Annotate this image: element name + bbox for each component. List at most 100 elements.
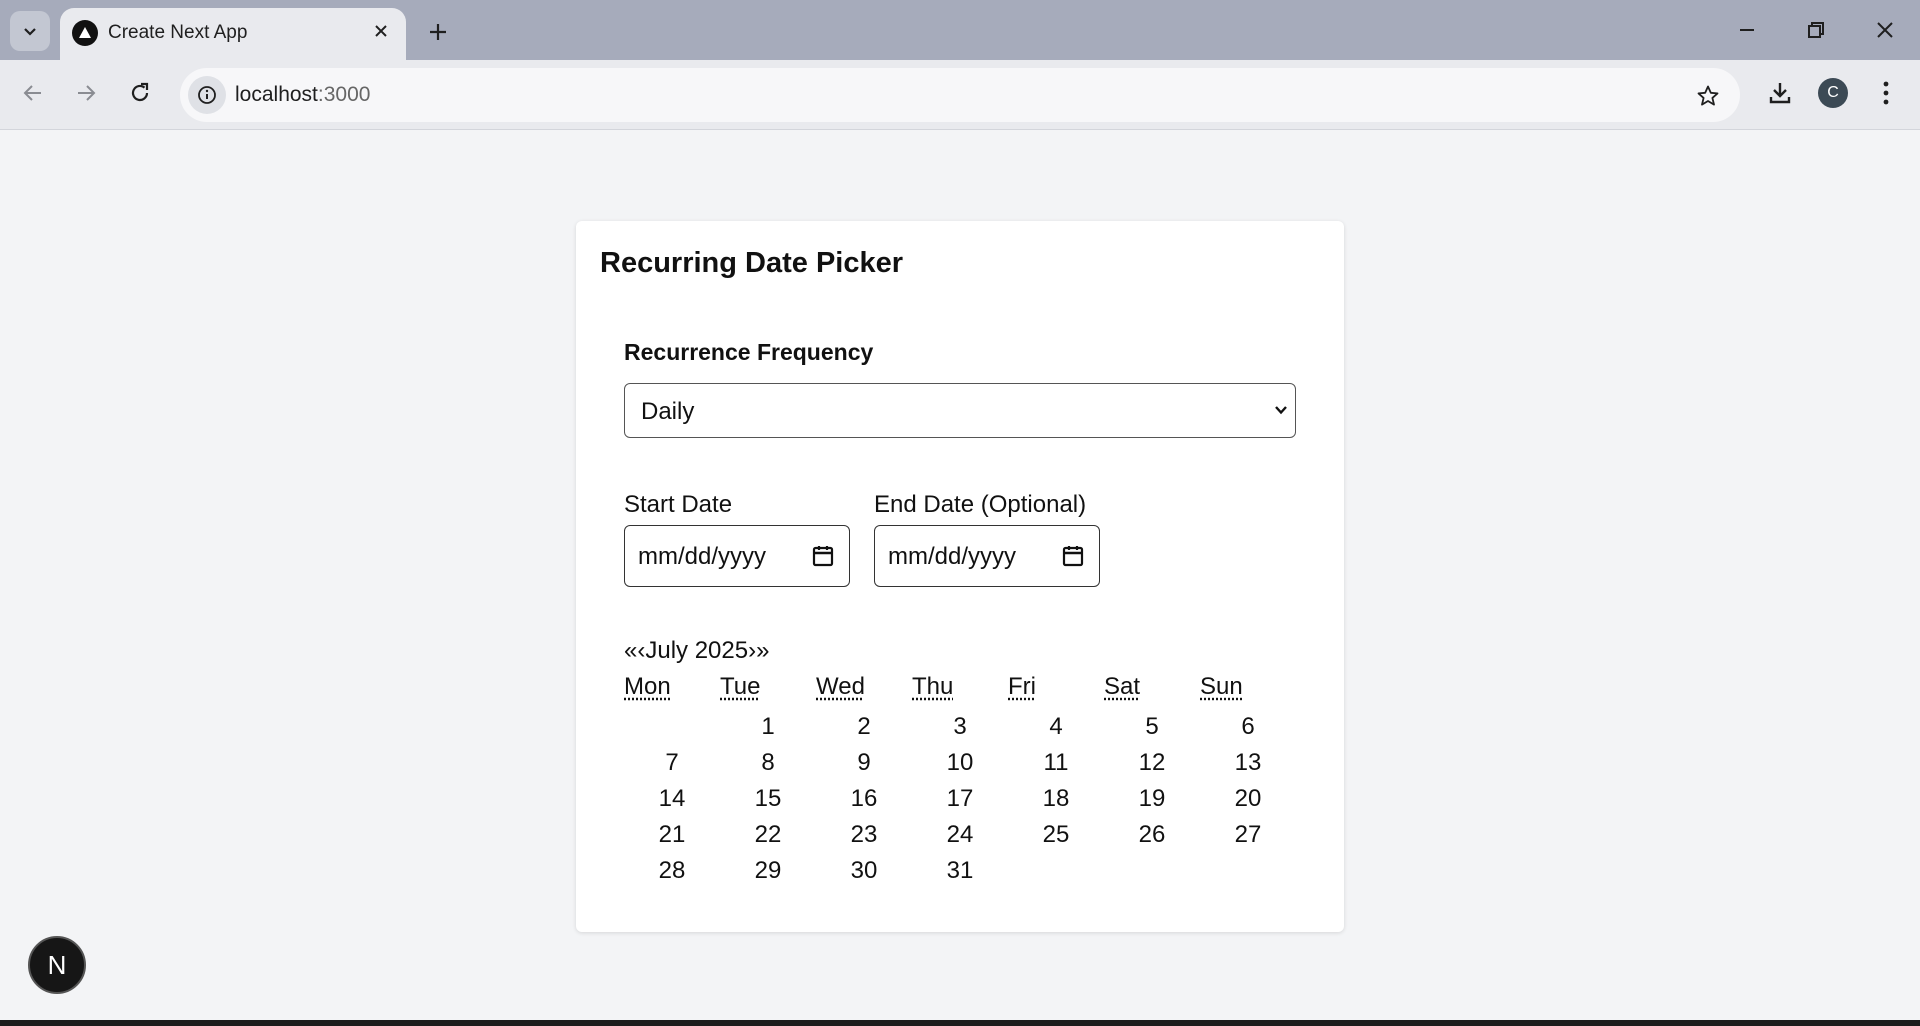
url-port: :3000 <box>317 83 371 106</box>
close-window-button[interactable] <box>1860 10 1910 50</box>
calendar-day[interactable]: 6 <box>1200 709 1296 745</box>
nextjs-dev-tools-button[interactable]: N <box>28 936 86 994</box>
calendar-day[interactable]: 14 <box>624 781 720 817</box>
minimize-icon <box>1740 29 1754 31</box>
calendar-day[interactable]: 29 <box>720 853 816 889</box>
browser-tabstrip: Create Next App <box>0 0 1920 60</box>
downloads-button[interactable] <box>1760 73 1800 113</box>
calendar-day[interactable]: 21 <box>624 817 720 853</box>
minimize-button[interactable] <box>1722 10 1772 50</box>
page-title: Recurring Date Picker <box>600 247 904 279</box>
calendar-day[interactable]: 18 <box>1008 781 1104 817</box>
calendar-day[interactable]: 31 <box>912 853 1008 889</box>
close-tab-icon[interactable] <box>368 18 394 44</box>
calendar-day[interactable]: 17 <box>912 781 1008 817</box>
taskbar-strip <box>0 1020 1920 1026</box>
more-vertical-icon <box>1883 81 1889 105</box>
calendar-day[interactable]: 4 <box>1008 709 1104 745</box>
weekday-header: Sat <box>1104 673 1200 701</box>
weekday-header: Fri <box>1008 673 1104 701</box>
weekday-header: Wed <box>816 673 912 701</box>
calendar-day[interactable]: 19 <box>1104 781 1200 817</box>
calendar-icon[interactable] <box>1061 544 1085 568</box>
calendar-day[interactable]: 30 <box>816 853 912 889</box>
close-icon <box>1877 22 1893 38</box>
chevron-down-icon <box>24 28 36 36</box>
date-picker-card: Recurring Date Picker Recurrence Frequen… <box>576 221 1344 932</box>
avatar: C <box>1818 78 1848 108</box>
next-month-button[interactable]: › <box>748 637 756 664</box>
address-bar[interactable]: localhost:3000 <box>180 68 1740 122</box>
frequency-label: Recurrence Frequency <box>624 339 874 365</box>
calendar-day[interactable]: 15 <box>720 781 816 817</box>
weekday-label: Mon <box>624 673 671 700</box>
site-info-icon[interactable] <box>188 76 226 114</box>
bookmark-star-icon[interactable] <box>1692 80 1724 112</box>
profile-button[interactable]: C <box>1813 73 1853 113</box>
month-label[interactable]: July 2025 <box>645 637 748 664</box>
calendar-day[interactable]: 23 <box>816 817 912 853</box>
arrow-left-icon <box>23 85 41 101</box>
calendar-day[interactable]: 16 <box>816 781 912 817</box>
calendar-day[interactable]: 3 <box>912 709 1008 745</box>
calendar-day[interactable]: 11 <box>1008 745 1104 781</box>
weekday-label: Sun <box>1200 673 1243 700</box>
end-date-input[interactable]: mm/dd/yyyy <box>874 525 1100 587</box>
calendar-day[interactable]: 13 <box>1200 745 1296 781</box>
new-tab-button[interactable] <box>420 14 456 50</box>
calendar-day[interactable]: 2 <box>816 709 912 745</box>
weekday-label: Thu <box>912 673 954 700</box>
url-host: localhost <box>235 83 318 106</box>
arrow-right-icon <box>78 85 96 101</box>
plus-icon <box>430 24 446 40</box>
weekday-header: Tue <box>720 673 816 701</box>
calendar-day[interactable]: 9 <box>816 745 912 781</box>
end-date-group: End Date (Optional) mm/dd/yyyy <box>874 491 1100 587</box>
calendar-day[interactable]: 1 <box>720 709 816 745</box>
weekday-label: Sat <box>1104 673 1141 700</box>
restore-button[interactable] <box>1791 10 1841 50</box>
reload-icon <box>131 82 149 102</box>
calendar-day[interactable]: 7 <box>624 745 720 781</box>
prev-year-button[interactable]: « <box>624 637 637 664</box>
chevron-down-icon <box>1275 406 1287 415</box>
download-icon <box>1769 83 1791 104</box>
calendar-day[interactable]: 25 <box>1008 817 1104 853</box>
browser-toolbar: localhost:3000 C <box>0 60 1920 130</box>
weekday-header: Thu <box>912 673 1008 701</box>
tab-title: Create Next App <box>108 22 248 43</box>
browser-menu-button[interactable] <box>1866 73 1906 113</box>
calendar-day[interactable]: 5 <box>1104 709 1200 745</box>
nextjs-logo-icon: N <box>47 949 67 980</box>
nextjs-favicon-icon <box>72 20 98 46</box>
end-date-placeholder: mm/dd/yyyy <box>888 543 1017 570</box>
start-date-label: Start Date <box>624 491 733 518</box>
tab-search-button[interactable] <box>10 11 50 51</box>
weekday-label: Tue <box>720 673 761 700</box>
calendar-day[interactable]: 28 <box>624 853 720 889</box>
restore-icon <box>1808 22 1824 38</box>
calendar-day[interactable]: 26 <box>1104 817 1200 853</box>
start-date-input[interactable]: mm/dd/yyyy <box>624 525 850 587</box>
calendar-day[interactable]: 20 <box>1200 781 1296 817</box>
reload-button[interactable] <box>120 73 160 113</box>
weekday-label: Wed <box>816 673 865 700</box>
frequency-select[interactable]: Daily <box>624 383 1296 438</box>
calendar-day[interactable]: 12 <box>1104 745 1200 781</box>
calendar-day[interactable]: 27 <box>1200 817 1296 853</box>
active-tab[interactable]: Create Next App <box>60 8 406 60</box>
frequency-selected-value: Daily <box>641 398 695 425</box>
url-text[interactable]: localhost:3000 <box>235 83 370 107</box>
next-year-button[interactable]: » <box>756 637 769 664</box>
weekday-header: Mon <box>624 673 720 701</box>
forward-button[interactable] <box>66 73 106 113</box>
weekday-header: Sun <box>1200 673 1296 701</box>
end-date-label: End Date (Optional) <box>874 491 1087 518</box>
start-date-placeholder: mm/dd/yyyy <box>638 543 767 570</box>
calendar-icon[interactable] <box>811 544 835 568</box>
back-button[interactable] <box>13 73 53 113</box>
calendar-day[interactable]: 10 <box>912 745 1008 781</box>
calendar-day[interactable]: 24 <box>912 817 1008 853</box>
calendar-day[interactable]: 22 <box>720 817 816 853</box>
calendar-day[interactable]: 8 <box>720 745 816 781</box>
